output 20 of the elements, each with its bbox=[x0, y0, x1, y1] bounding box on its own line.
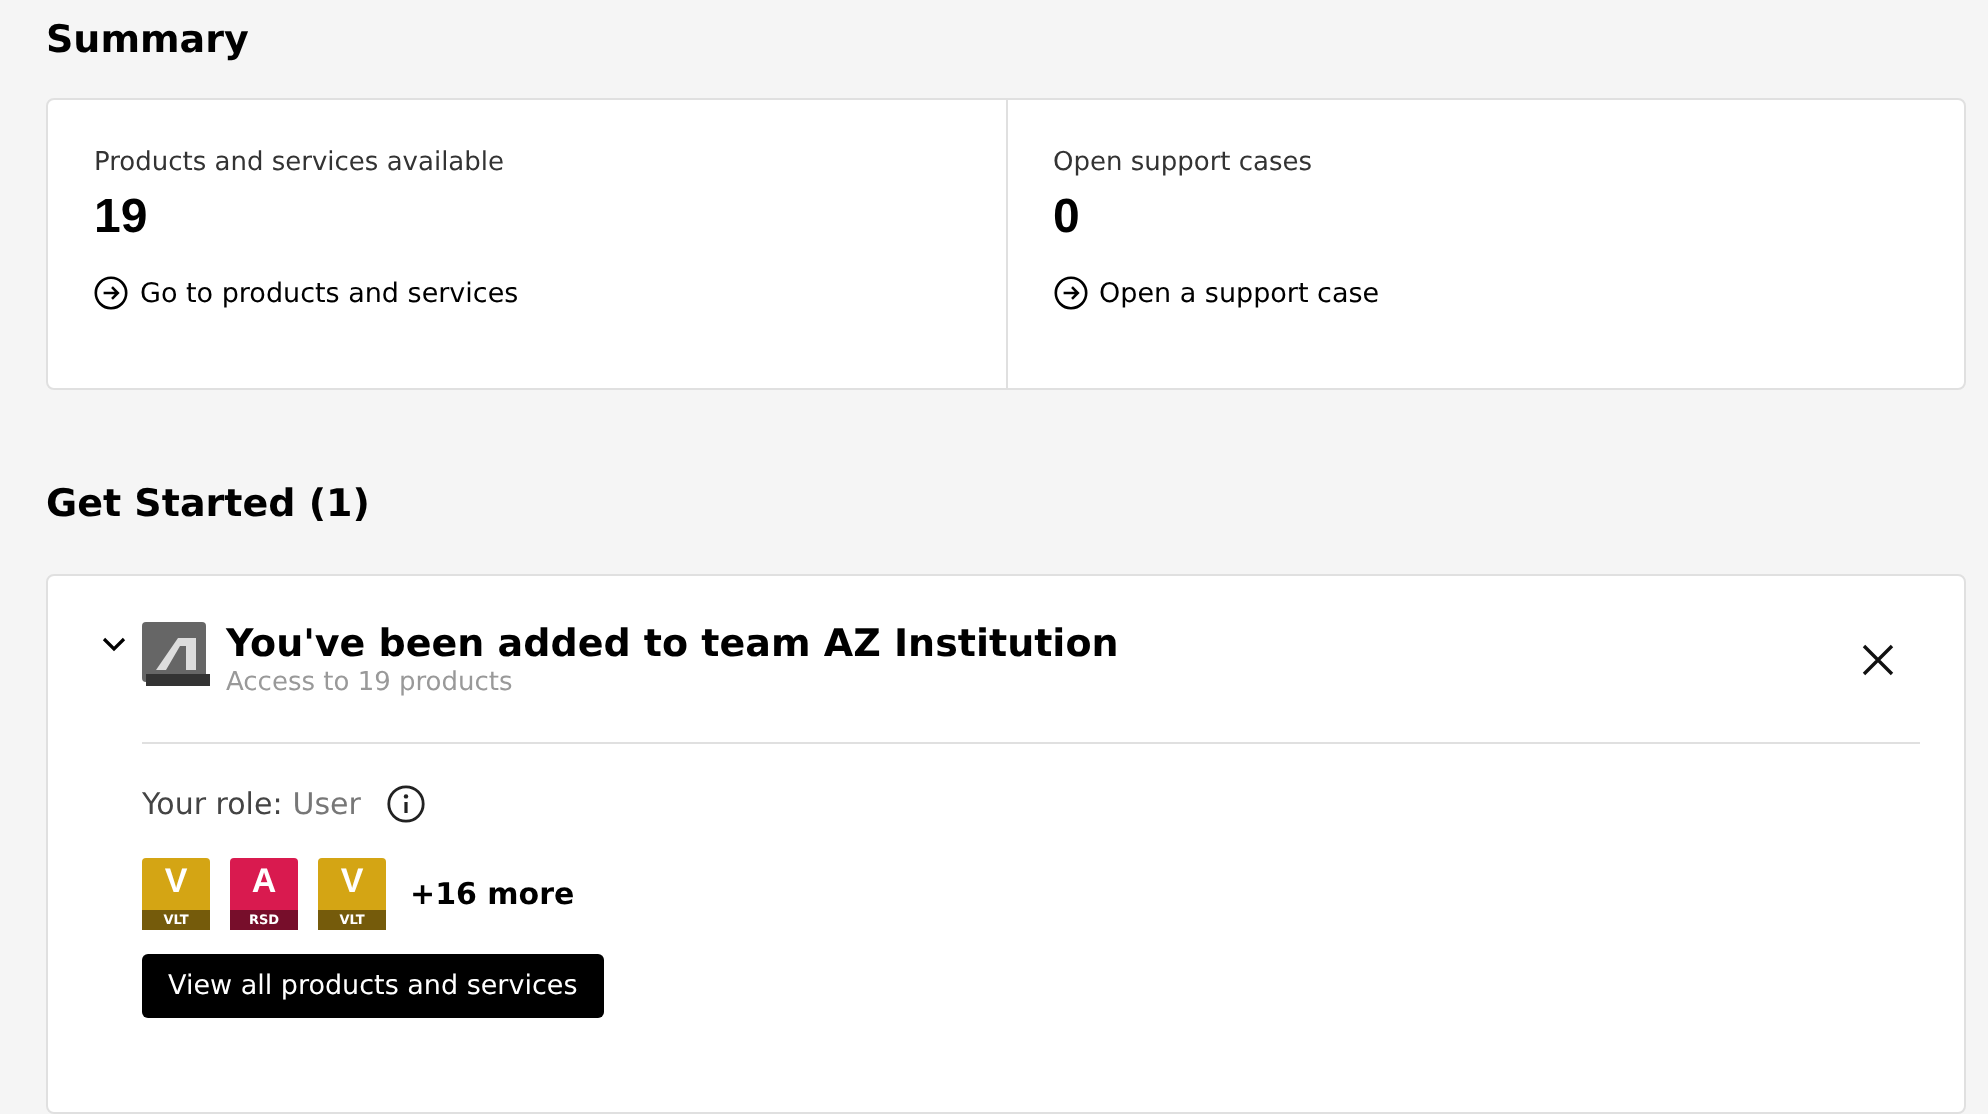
app-logo-icon bbox=[142, 622, 210, 686]
stat-link[interactable]: Go to products and services bbox=[94, 276, 519, 310]
card-title: You've been added to team AZ Institution bbox=[226, 620, 1121, 668]
close-button[interactable] bbox=[1860, 642, 1896, 678]
stat-link[interactable]: Open a support case bbox=[1053, 276, 1380, 310]
section-title: Get Started (1) bbox=[46, 480, 372, 530]
stat-label: Open support cases bbox=[1053, 148, 1313, 178]
view-all-button[interactable]: View all products and services bbox=[142, 954, 604, 1018]
arrow-circle-icon bbox=[94, 276, 128, 310]
role-label: Your role: bbox=[142, 786, 283, 822]
stat-value: 0 bbox=[1053, 190, 1080, 246]
chevron-icon[interactable] bbox=[102, 636, 126, 652]
stat-label: Products and services available bbox=[94, 148, 505, 178]
card-subtitle: Access to 19 products bbox=[226, 668, 515, 698]
more-count: +16 more bbox=[410, 876, 575, 912]
arrow-circle-icon bbox=[1053, 276, 1087, 310]
stat-value: 19 bbox=[94, 190, 148, 246]
role-value: User bbox=[292, 786, 361, 822]
section-title: Summary bbox=[46, 16, 251, 66]
info-icon[interactable] bbox=[386, 784, 427, 824]
